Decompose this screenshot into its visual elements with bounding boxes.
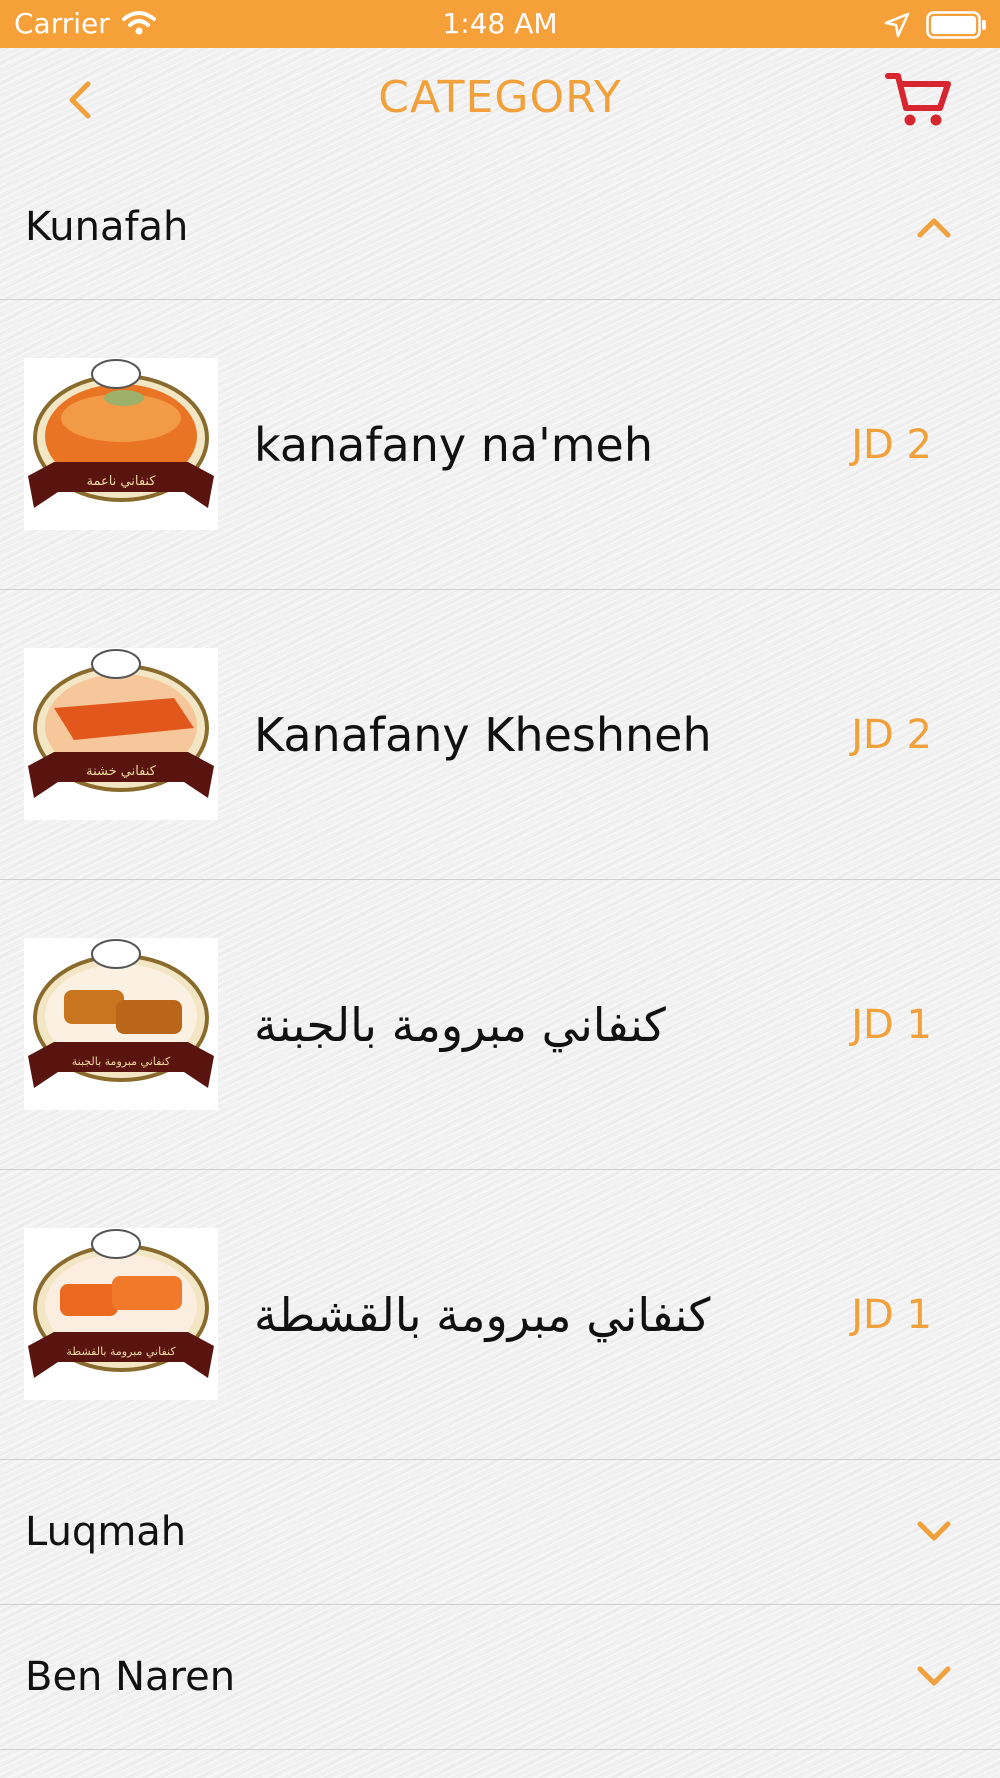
- section-header-kunafah[interactable]: Kunafah: [0, 155, 1000, 300]
- thumb-caption: كنفاني خشنة: [86, 764, 157, 779]
- thumb-caption: كنفاني مبرومة بالجبنة: [72, 1055, 171, 1068]
- navigation-bar: CATEGORY: [0, 48, 1000, 158]
- section-label: Kunafah: [25, 204, 189, 250]
- item-name: kanafany na'meh: [254, 417, 653, 472]
- section-header-luqmah[interactable]: Luqmah: [0, 1460, 1000, 1605]
- item-name: Kanafany Kheshneh: [254, 707, 712, 762]
- item-price: JD 1: [851, 1291, 932, 1338]
- section-label: Luqmah: [25, 1509, 187, 1555]
- location-icon: [884, 12, 910, 42]
- menu-item-row[interactable]: كنفاني ناعمة kanafany na'meh JD 2: [0, 300, 1000, 590]
- item-price: JD 1: [851, 1001, 932, 1048]
- menu-item-row[interactable]: كنفاني خشنة Kanafany Kheshneh JD 2: [0, 590, 1000, 880]
- item-thumbnail: كنفاني مبرومة بالقشطة: [24, 1228, 218, 1400]
- section-label: Ben Naren: [25, 1654, 236, 1700]
- battery-icon: [926, 11, 988, 43]
- chevron-down-icon: [917, 1666, 951, 1686]
- cart-icon: [885, 73, 951, 126]
- item-thumbnail: كنفاني خشنة: [24, 648, 218, 820]
- page-title: CATEGORY: [378, 72, 622, 123]
- item-thumbnail: كنفاني مبرومة بالجبنة: [24, 938, 218, 1110]
- section-header-ben-naren[interactable]: Ben Naren: [0, 1605, 1000, 1750]
- item-name: كنفاني مبرومة بالقشطة: [254, 1287, 711, 1342]
- chevron-down-icon: [917, 1521, 951, 1541]
- item-name: كنفاني مبرومة بالجبنة: [254, 997, 666, 1052]
- item-price: JD 2: [851, 711, 932, 758]
- menu-item-row[interactable]: كنفاني مبرومة بالقشطة كنفاني مبرومة بالق…: [0, 1170, 1000, 1460]
- menu-item-row[interactable]: كنفاني مبرومة بالجبنة كنفاني مبرومة بالج…: [0, 880, 1000, 1170]
- status-time: 1:48 AM: [442, 7, 558, 40]
- status-bar: Carrier 1:48 AM: [0, 0, 1000, 48]
- thumb-caption: كنفاني ناعمة: [86, 474, 156, 489]
- chevron-up-icon: [917, 218, 951, 238]
- cart-button[interactable]: [884, 70, 954, 130]
- item-thumbnail: كنفاني ناعمة: [24, 358, 218, 530]
- thumb-caption: كنفاني مبرومة بالقشطة: [66, 1345, 176, 1358]
- item-price: JD 2: [851, 421, 932, 468]
